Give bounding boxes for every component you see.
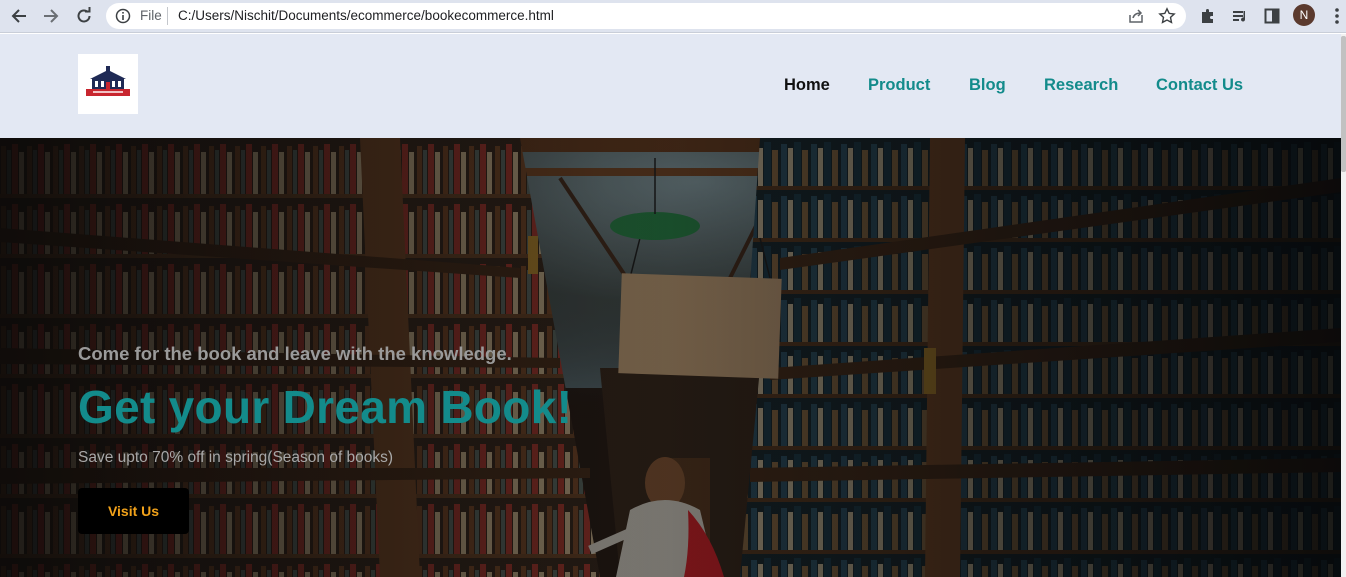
- forward-button[interactable]: [39, 5, 63, 27]
- address-divider: [167, 7, 168, 25]
- hero-offer-text: Save upto 70% off in spring(Season of bo…: [78, 449, 394, 466]
- bookmark-star-icon[interactable]: [1158, 7, 1176, 30]
- hero-tagline: Come for the book and leave with the kno…: [78, 343, 512, 364]
- nav-contact-us[interactable]: Contact Us: [1156, 76, 1243, 95]
- nav-home[interactable]: Home: [784, 76, 830, 95]
- browser-toolbar: File C:/Users/Nischit/Documents/ecommerc…: [0, 0, 1346, 33]
- page-scrollbar[interactable]: [1341, 34, 1346, 577]
- nav-product[interactable]: Product: [868, 76, 930, 95]
- arrow-right-icon: [44, 9, 59, 23]
- nav-blog[interactable]: Blog: [969, 76, 1006, 95]
- puzzle-icon: [1202, 9, 1213, 23]
- site-logo[interactable]: [78, 54, 138, 114]
- scheme-label: File: [140, 8, 162, 23]
- playlist-icon: [1233, 11, 1246, 22]
- address-bar[interactable]: File C:/Users/Nischit/Documents/ecommerc…: [106, 3, 1186, 29]
- library-building-logo-icon: [86, 66, 130, 96]
- extensions-button[interactable]: [1197, 5, 1219, 27]
- side-panel-button[interactable]: [1261, 5, 1283, 27]
- media-controls-button[interactable]: [1229, 5, 1251, 27]
- hero-headline: Get your Dream Book!: [78, 381, 573, 433]
- site-header: Home Product Blog Research Contact Us: [0, 34, 1346, 138]
- browser-menu-button[interactable]: [1326, 5, 1346, 27]
- back-button[interactable]: [7, 5, 31, 27]
- visit-us-button[interactable]: Visit Us: [78, 488, 189, 534]
- arrow-left-icon: [11, 9, 26, 23]
- scrollbar-thumb[interactable]: [1341, 36, 1346, 172]
- reload-icon: [77, 7, 91, 23]
- kebab-menu-icon: [1335, 8, 1339, 24]
- share-icon[interactable]: [1127, 7, 1145, 30]
- side-panel-icon: [1264, 8, 1280, 24]
- reload-button[interactable]: [72, 5, 96, 27]
- site-info-icon[interactable]: [115, 8, 131, 29]
- url-text[interactable]: C:/Users/Nischit/Documents/ecommerce/boo…: [178, 8, 554, 23]
- nav-research[interactable]: Research: [1044, 76, 1118, 95]
- profile-avatar[interactable]: N: [1293, 4, 1315, 26]
